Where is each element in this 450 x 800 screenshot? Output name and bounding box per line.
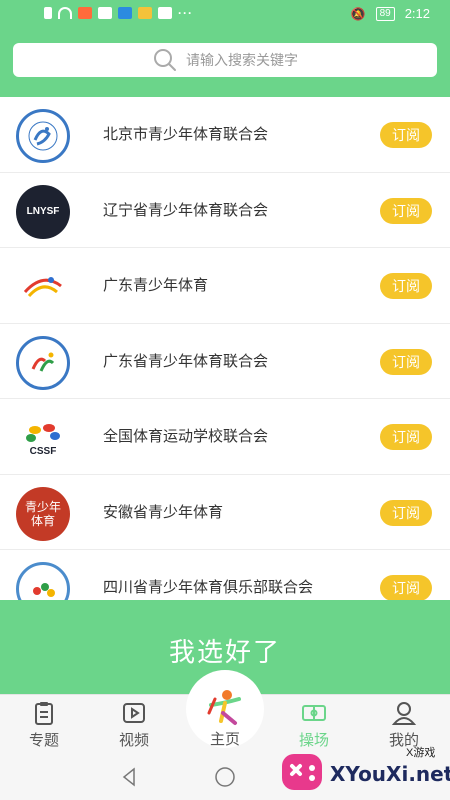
video-icon (123, 703, 145, 723)
search-icon (154, 49, 176, 71)
org-name: 安徽省青少年体育 (103, 503, 224, 521)
app-notification-icon (78, 7, 92, 19)
home-logo-icon (207, 690, 241, 725)
subscribe-button[interactable]: 订阅 (380, 197, 432, 224)
mute-icon: 🔕 (350, 6, 366, 21)
org-name: 四川省青少年体育俱乐部联合会 (103, 579, 314, 596)
header: ··· 🔕 89 2:12 请输入搜索关键字 (0, 0, 450, 97)
tab-label-home: 主页 (209, 731, 240, 748)
status-left-icons: ··· (44, 6, 193, 20)
org-logo (16, 562, 70, 600)
org-logo: 青少年体育 (16, 486, 70, 541)
tab-label: 专题 (28, 732, 59, 749)
gamepad-logo-icon (282, 754, 322, 790)
subscribe-button[interactable]: 订阅 (380, 273, 432, 299)
list-item[interactable]: 北京市青少年体育联合会 订阅 (0, 97, 450, 173)
status-time: 2:12 (404, 6, 430, 21)
subscribe-button[interactable]: 订阅 (380, 424, 432, 450)
wifi-icon (58, 7, 72, 19)
logo-text: CSSF (30, 446, 57, 457)
tab-video[interactable]: 视频 (99, 699, 169, 750)
org-logo (16, 335, 70, 390)
clipboard-icon (35, 702, 53, 725)
org-logo (16, 109, 70, 163)
app-notification-icon (158, 7, 172, 19)
person-icon (391, 702, 417, 725)
org-name: 辽宁省青少年体育联合会 (103, 201, 269, 219)
organization-list: 北京市青少年体育联合会 订阅 LNYSF 辽宁省青少年体育联合会 订阅 广东青少… (0, 97, 450, 600)
field-icon (302, 705, 326, 721)
search-input[interactable]: 请输入搜索关键字 (13, 43, 437, 77)
confirm-label: 我选好了 (168, 637, 281, 667)
list-item[interactable]: 青少年体育 安徽省青少年体育 订阅 (0, 475, 450, 550)
list-item[interactable]: 广东青少年体育 订阅 (0, 248, 450, 324)
watermark-small-text: X游戏 (406, 747, 436, 759)
watermark: X游戏 XYouXi.net (278, 742, 450, 800)
app-notification-icon (118, 7, 132, 19)
status-bar: ··· 🔕 89 2:12 (0, 0, 450, 28)
list-item[interactable]: LNYSF 辽宁省青少年体育联合会 订阅 (0, 173, 450, 248)
watermark-text: XYouXi.net (330, 762, 450, 786)
status-right: 🔕 89 2:12 (351, 6, 430, 21)
org-logo: CSSF (16, 411, 70, 465)
list-item[interactable]: 广东省青少年体育联合会 订阅 (0, 324, 450, 399)
battery-indicator: 89 (375, 6, 395, 21)
tab-topics[interactable]: 专题 (9, 699, 79, 750)
org-logo (16, 260, 70, 314)
subscribe-button[interactable]: 订阅 (380, 348, 432, 375)
subscribe-button[interactable]: 订阅 (380, 499, 432, 526)
sim-icon (44, 7, 52, 19)
app-notification-icon (138, 7, 152, 19)
tab-label: 视频 (118, 732, 149, 749)
search-placeholder: 请输入搜索关键字 (186, 52, 298, 68)
subscribe-button[interactable]: 订阅 (380, 122, 432, 148)
back-icon[interactable] (116, 764, 142, 790)
org-name: 北京市青少年体育联合会 (103, 126, 269, 143)
list-item[interactable]: CSSF 全国体育运动学校联合会 订阅 (0, 399, 450, 475)
list-item[interactable]: 四川省青少年体育俱乐部联合会 订阅 (0, 550, 450, 600)
home-nav-icon[interactable] (212, 764, 238, 790)
org-name: 广东省青少年体育联合会 (103, 352, 269, 370)
app-notification-icon (98, 7, 112, 19)
org-name: 全国体育运动学校联合会 (103, 428, 269, 445)
subscribe-button[interactable]: 订阅 (380, 575, 432, 600)
org-name: 广东青少年体育 (103, 277, 209, 294)
more-notifications-icon: ··· (178, 6, 193, 20)
org-logo: LNYSF (16, 184, 70, 239)
